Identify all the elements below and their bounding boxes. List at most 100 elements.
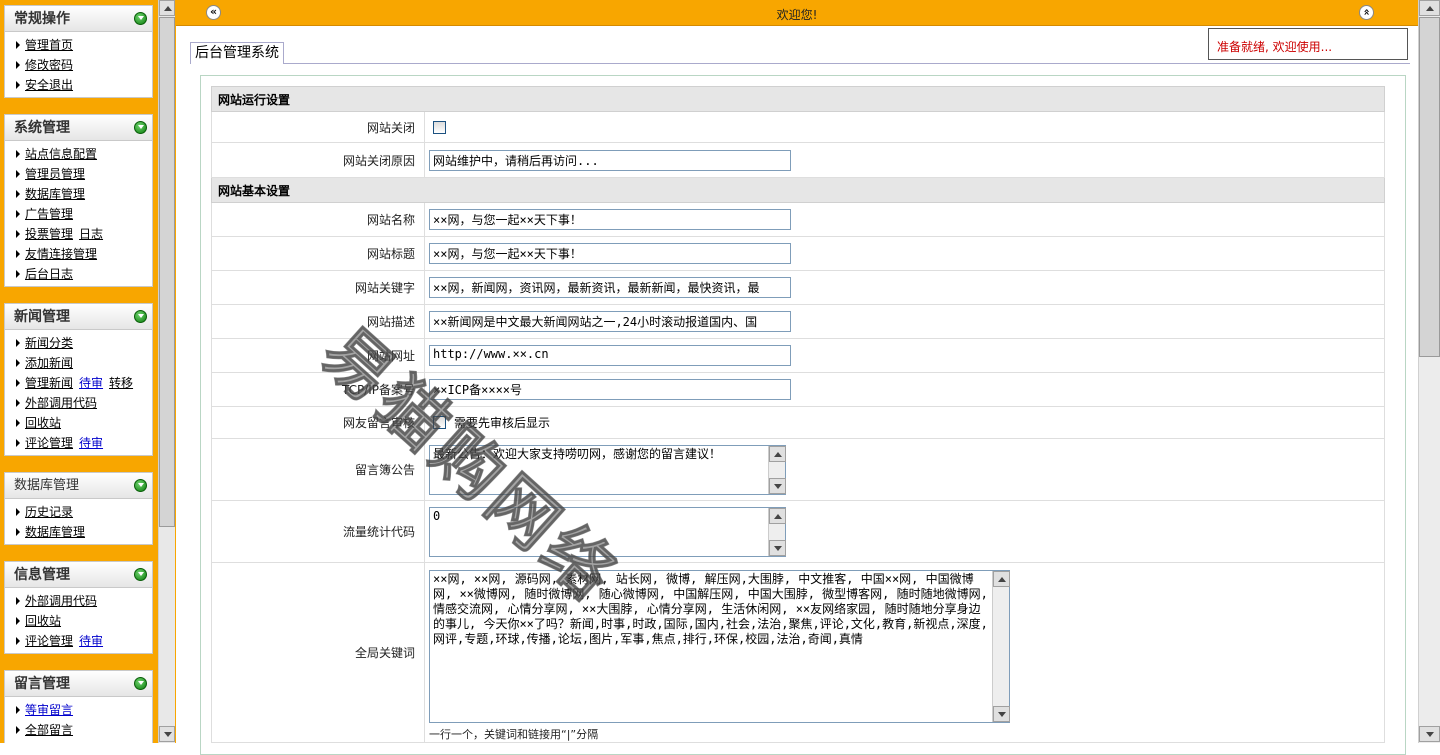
arrow-up-icon [998,576,1006,582]
form-row: TCP/IP备案号 ××ICP备××××号 [211,372,1385,407]
arrow-up-icon [774,451,782,457]
menu-link[interactable]: 站点信息配置 [25,147,97,161]
top-bar: « 欢迎您! « [176,0,1418,26]
close-reason-input[interactable]: 网站维护中，请稍后再访问... [429,149,791,171]
arrow-up-icon [164,6,172,11]
expand-icon[interactable] [134,479,147,492]
scroll-up-button[interactable] [993,570,1010,587]
scroll-down-button[interactable] [769,477,786,494]
menu-link[interactable]: 管理新闻 [25,376,73,390]
menu-link[interactable]: 回收站 [25,614,61,628]
menu-link-pending[interactable]: 待审 [79,376,103,390]
site-url-input[interactable]: http://www.××.cn [429,345,791,366]
arrow-down-icon [164,732,172,737]
menu-group-header[interactable]: 新闻管理 [5,304,152,330]
stats-code-textarea[interactable]: 0 [430,507,768,556]
menu-group-header[interactable]: 信息管理 [5,562,152,588]
menu-link[interactable]: 回收站 [25,416,61,430]
menu-item: 全部留言 [5,720,152,740]
menu-link[interactable]: 修改密码 [25,58,73,72]
scroll-down-button[interactable] [769,539,786,556]
scroll-down-button[interactable] [159,726,175,742]
site-keywords-input[interactable]: ××网，新闻网，资讯网，最新资讯，最新新闻，最快资讯，最 [429,277,791,298]
main-scrollbar[interactable] [1418,0,1440,743]
review-checkbox[interactable] [433,416,446,429]
menu-link[interactable]: 评论管理 [25,634,73,648]
scroll-thumb[interactable] [159,17,175,527]
form-row: 全局关键词 ××网, ××网, 源码网, 素材网, 站长网, 微博, 解压网,大… [211,562,1385,743]
welcome-text: 欢迎您! [776,8,818,22]
menu-link[interactable]: 数据库管理 [25,525,85,539]
menu-item: 管理员管理 [5,164,152,184]
form-row: 网站网址 http://www.××.cn [211,338,1385,373]
menu-link[interactable]: 评论管理 [25,436,73,450]
form-row: 留言簿公告 最新公告：欢迎大家支持唠叨网，感谢您的留言建议！ [211,438,1385,501]
site-description-input[interactable]: ××新闻网是中文最大新闻网站之一,24小时滚动报道国内、国 [429,311,791,332]
textarea-scrollbar[interactable] [992,570,1010,722]
expand-icon[interactable] [134,310,147,323]
expand-icon[interactable] [134,121,147,134]
section-header: 网站基本设置 [211,177,1385,203]
menu-group-news: 新闻管理 新闻分类 添加新闻 管理新闻 待审 转移 外部调用代码 回收站 评论管理待… [4,303,153,456]
menu-group-header[interactable]: 常规操作 [5,6,152,32]
left-scrollbar[interactable] [158,0,175,743]
menu-group-messages: 留言管理 等审留言 全部留言 [4,670,153,743]
settings-form: 网站运行设置 网站关闭 网站关闭原因 网站维护中，请稍后再访问... 网站基本设… [211,86,1385,743]
site-url-label: 网站网址 [211,338,425,373]
menu-link[interactable]: 历史记录 [25,505,73,519]
menu-link-extra[interactable]: 日志 [79,227,103,241]
menu-item: 投票管理 日志 [5,224,152,244]
expand-icon[interactable] [134,12,147,25]
site-description-label: 网站描述 [211,304,425,339]
menu-group-database: 数据库管理 历史记录 数据库管理 [4,472,153,545]
menu-item: 外部调用代码 [5,393,152,413]
menu-link[interactable]: 投票管理 [25,227,73,241]
menu-link[interactable]: 外部调用代码 [25,594,97,608]
site-title-input[interactable]: ××网，与您一起××天下事！ [429,243,791,264]
menu-link[interactable]: 管理首页 [25,38,73,52]
scroll-up-button[interactable] [769,445,786,462]
menu-item: 修改密码 [5,55,152,75]
menu-group-header[interactable]: 留言管理 [5,671,152,697]
global-keywords-textarea-wrap: ××网, ××网, 源码网, 素材网, 站长网, 微博, 解压网,大围脖, 中文… [429,569,1010,723]
menu-group-header[interactable]: 系统管理 [5,115,152,141]
menu-item: 历史记录 [5,502,152,522]
menu-link[interactable]: 等审留言 [25,703,73,717]
menu-item: 等审留言 [5,700,152,720]
site-close-checkbox[interactable] [433,121,446,134]
expand-icon[interactable] [134,677,147,690]
global-keywords-textarea[interactable]: ××网, ××网, 源码网, 素材网, 站长网, 微博, 解压网,大围脖, 中文… [430,570,992,722]
site-name-input[interactable]: ××网，与您一起××天下事！ [429,209,791,230]
menu-link[interactable]: 后台日志 [25,267,73,281]
menu-link[interactable]: 新闻分类 [25,336,73,350]
menu-link[interactable]: 友情连接管理 [25,247,97,261]
expand-icon[interactable] [134,568,147,581]
scroll-up-button[interactable] [769,507,786,524]
tab-admin-system[interactable]: 后台管理系统 [190,42,284,64]
menu-link-pending[interactable]: 待审 [79,634,103,648]
scroll-up-button[interactable] [159,0,175,16]
menu-group-header[interactable]: 数据库管理 [5,473,152,499]
menu-link[interactable]: 数据库管理 [25,187,85,201]
menu-group-system: 系统管理 站点信息配置 管理员管理 数据库管理 广告管理 投票管理 日志 友情连接… [4,114,153,287]
scroll-up-button[interactable] [1419,0,1440,16]
scroll-thumb[interactable] [1419,17,1440,357]
textarea-scrollbar[interactable] [768,445,786,494]
scroll-down-button[interactable] [993,705,1010,722]
menu-link-pending[interactable]: 待审 [79,436,103,450]
menu-link[interactable]: 外部调用代码 [25,396,97,410]
form-row: 网友留言审核 需要先审核后显示 [211,406,1385,439]
menu-link[interactable]: 广告管理 [25,207,73,221]
textarea-scrollbar[interactable] [768,507,786,556]
scroll-down-button[interactable] [1419,726,1440,742]
notice-textarea[interactable]: 最新公告：欢迎大家支持唠叨网，感谢您的留言建议！ [430,445,768,494]
close-reason-label: 网站关闭原因 [211,142,425,178]
arrow-down-icon [774,545,782,551]
menu-link[interactable]: 添加新闻 [25,356,73,370]
collapse-top-button[interactable]: « [1359,5,1374,20]
menu-link-extra[interactable]: 转移 [109,376,133,390]
menu-link[interactable]: 管理员管理 [25,167,85,181]
menu-link[interactable]: 全部留言 [25,723,73,737]
icp-input[interactable]: ××ICP备××××号 [429,379,791,400]
menu-link[interactable]: 安全退出 [25,78,73,92]
